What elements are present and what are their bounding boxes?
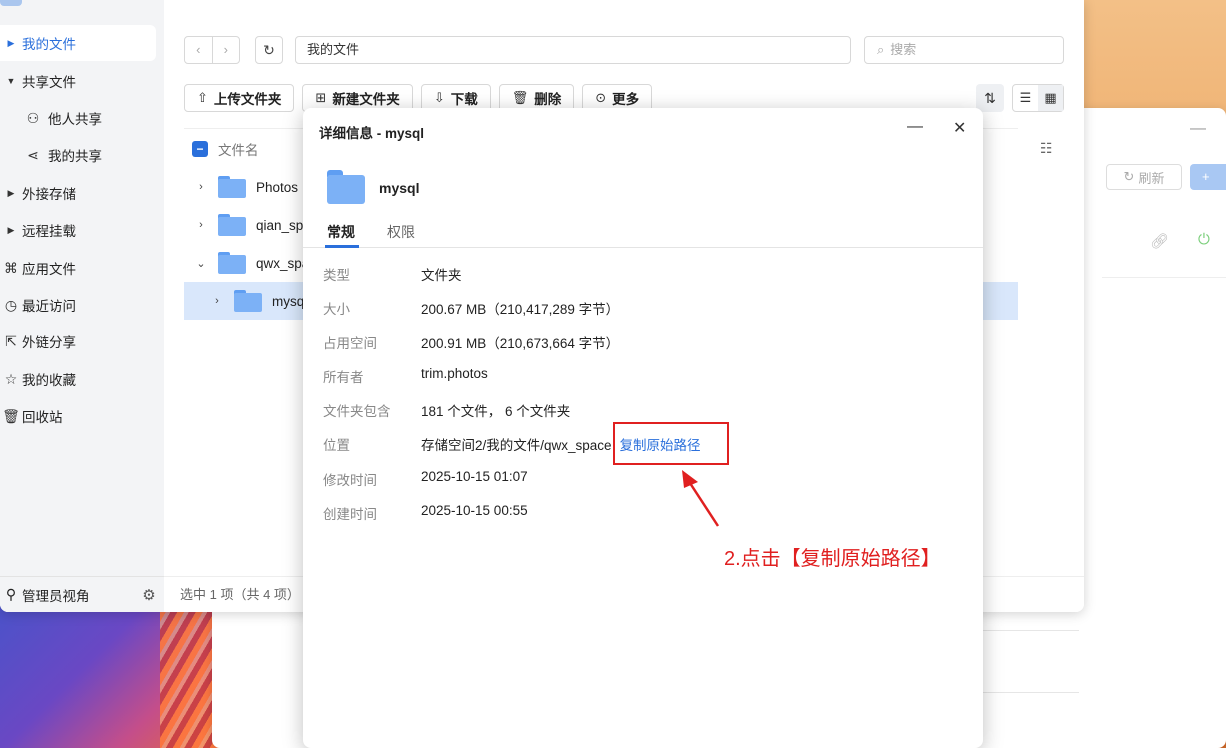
sidebar: ▶ 我的文件 ▼ 共享文件 ⚇ 他人共享 ⋖ 我的共享 ▶ 外接存储 ▶ 远程挂…	[0, 0, 164, 612]
sidebar-item-favorites[interactable]: ☆ 我的收藏	[0, 361, 156, 397]
dialog-tabs: 常规 权限	[303, 218, 983, 248]
refresh-icon: ↻	[263, 42, 275, 58]
property-row: 类型 文件夹	[323, 268, 462, 283]
sidebar-item-remote-mount[interactable]: ▶ 远程挂载	[0, 212, 156, 248]
more-icon: ⊙	[595, 90, 607, 105]
trash-icon: 🗑︎	[2, 407, 20, 424]
caret-right-icon: ▶	[7, 224, 15, 235]
chevron-right-icon[interactable]: ›	[200, 295, 234, 307]
minimize-icon[interactable]: —	[907, 118, 923, 136]
divider	[983, 630, 1079, 631]
search-input[interactable]: ⌕ 搜索	[864, 36, 1064, 64]
sidebar-item-app-files[interactable]: ⌘ 应用文件	[0, 250, 156, 286]
search-icon: ⌕	[877, 42, 885, 57]
link-icon[interactable]: 🔗︎	[1150, 232, 1169, 250]
sidebar-item-external-links[interactable]: ⇱ 外链分享	[0, 323, 156, 359]
back-button[interactable]: ‹	[185, 37, 213, 63]
folder-icon	[327, 170, 365, 204]
trash-icon: 🗑︎	[511, 90, 529, 105]
power-icon[interactable]: ⏻	[1198, 231, 1210, 248]
tab-general[interactable]: 常规	[327, 222, 355, 242]
sidebar-item-external-storage[interactable]: ▶ 外接存储	[0, 175, 156, 211]
divider	[983, 692, 1079, 693]
annotation-text: 2.点击【复制原始路径】	[724, 548, 941, 570]
chevron-down-icon[interactable]: ⌄	[184, 257, 218, 270]
sidebar-item-my-shares[interactable]: ⋖ 我的共享	[0, 137, 156, 173]
property-row: 创建时间 2025-10-15 00:55	[323, 503, 528, 522]
caret-down-icon: ▼	[6, 76, 16, 86]
tab-permissions[interactable]: 权限	[387, 222, 415, 242]
annotation-highlight-box	[613, 422, 729, 465]
gear-icon[interactable]: ⚙	[134, 586, 164, 604]
view-toggle: ☰ ▦	[1012, 84, 1064, 112]
select-all-checkbox[interactable]: −	[192, 140, 208, 157]
folder-icon	[218, 252, 246, 274]
external-link-icon: ⇱	[5, 332, 17, 349]
property-row: 文件夹包含 181 个文件， 6 个文件夹	[323, 404, 571, 419]
chevron-right-icon[interactable]: ›	[184, 219, 218, 231]
property-row: 修改时间 2025-10-15 01:07	[323, 469, 528, 488]
app-icon	[0, 0, 22, 6]
chevron-right-icon[interactable]: ›	[184, 181, 218, 193]
folder-icon	[234, 290, 262, 312]
star-icon: ☆	[4, 370, 18, 387]
forward-button[interactable]: ›	[213, 37, 240, 63]
history-nav: ‹ ›	[184, 36, 240, 64]
minimize-icon[interactable]: —	[1190, 120, 1206, 138]
tab-indicator	[325, 245, 359, 248]
admin-view-toggle[interactable]: ⚲ 管理员视角 ⚙	[0, 576, 164, 612]
property-row: 占用空间 200.91 MB（210,673,664 字节）	[323, 336, 620, 351]
folder-name: mysql	[379, 180, 420, 196]
folder-icon	[218, 176, 246, 198]
annotation-arrow-icon	[682, 470, 720, 527]
property-row: 所有者 trim.photos	[323, 366, 488, 385]
upload-folder-button[interactable]: ⇧ 上传文件夹	[184, 84, 295, 112]
user-icon: ⚲	[5, 586, 17, 602]
new-folder-icon: ⊞	[315, 90, 327, 105]
add-button[interactable]: +	[1190, 164, 1226, 190]
refresh-button[interactable]: ↻ 刷新	[1106, 164, 1182, 190]
sidebar-item-shared-files[interactable]: ▼ 共享文件	[0, 63, 156, 99]
clock-icon: ◷	[4, 296, 18, 313]
sidebar-item-recycle-bin[interactable]: 🗑︎ 回收站	[0, 398, 156, 434]
share-icon: ⋖	[27, 146, 39, 163]
grid-view-icon[interactable]: ▦	[1038, 85, 1063, 111]
sidebar-item-shared-with-me[interactable]: ⚇ 他人共享	[0, 100, 156, 136]
column-settings-icon[interactable]: ☷	[1040, 140, 1053, 157]
users-icon: ⚇	[26, 109, 40, 126]
sidebar-item-recent[interactable]: ◷ 最近访问	[0, 287, 156, 323]
upload-icon: ⇧	[197, 90, 208, 105]
caret-right-icon: ▶	[7, 37, 15, 48]
dialog-title: 详细信息 - mysql	[319, 126, 425, 141]
folder-icon	[218, 214, 246, 236]
command-icon: ⌘	[4, 259, 18, 276]
sort-button[interactable]: ⇅	[976, 84, 1004, 112]
sort-icon: ⇅	[984, 90, 996, 106]
path-input[interactable]: 我的文件	[295, 36, 851, 64]
close-icon[interactable]: ✕	[953, 118, 966, 138]
list-view-icon[interactable]: ☰	[1013, 85, 1038, 111]
property-row: 大小 200.67 MB（210,417,289 字节）	[323, 302, 620, 317]
refresh-icon: ↻	[1123, 169, 1135, 184]
sidebar-item-my-files[interactable]: ▶ 我的文件	[0, 25, 156, 61]
caret-right-icon: ▶	[7, 187, 15, 198]
download-icon: ⇩	[433, 90, 445, 105]
refresh-button[interactable]: ↻	[255, 36, 283, 64]
